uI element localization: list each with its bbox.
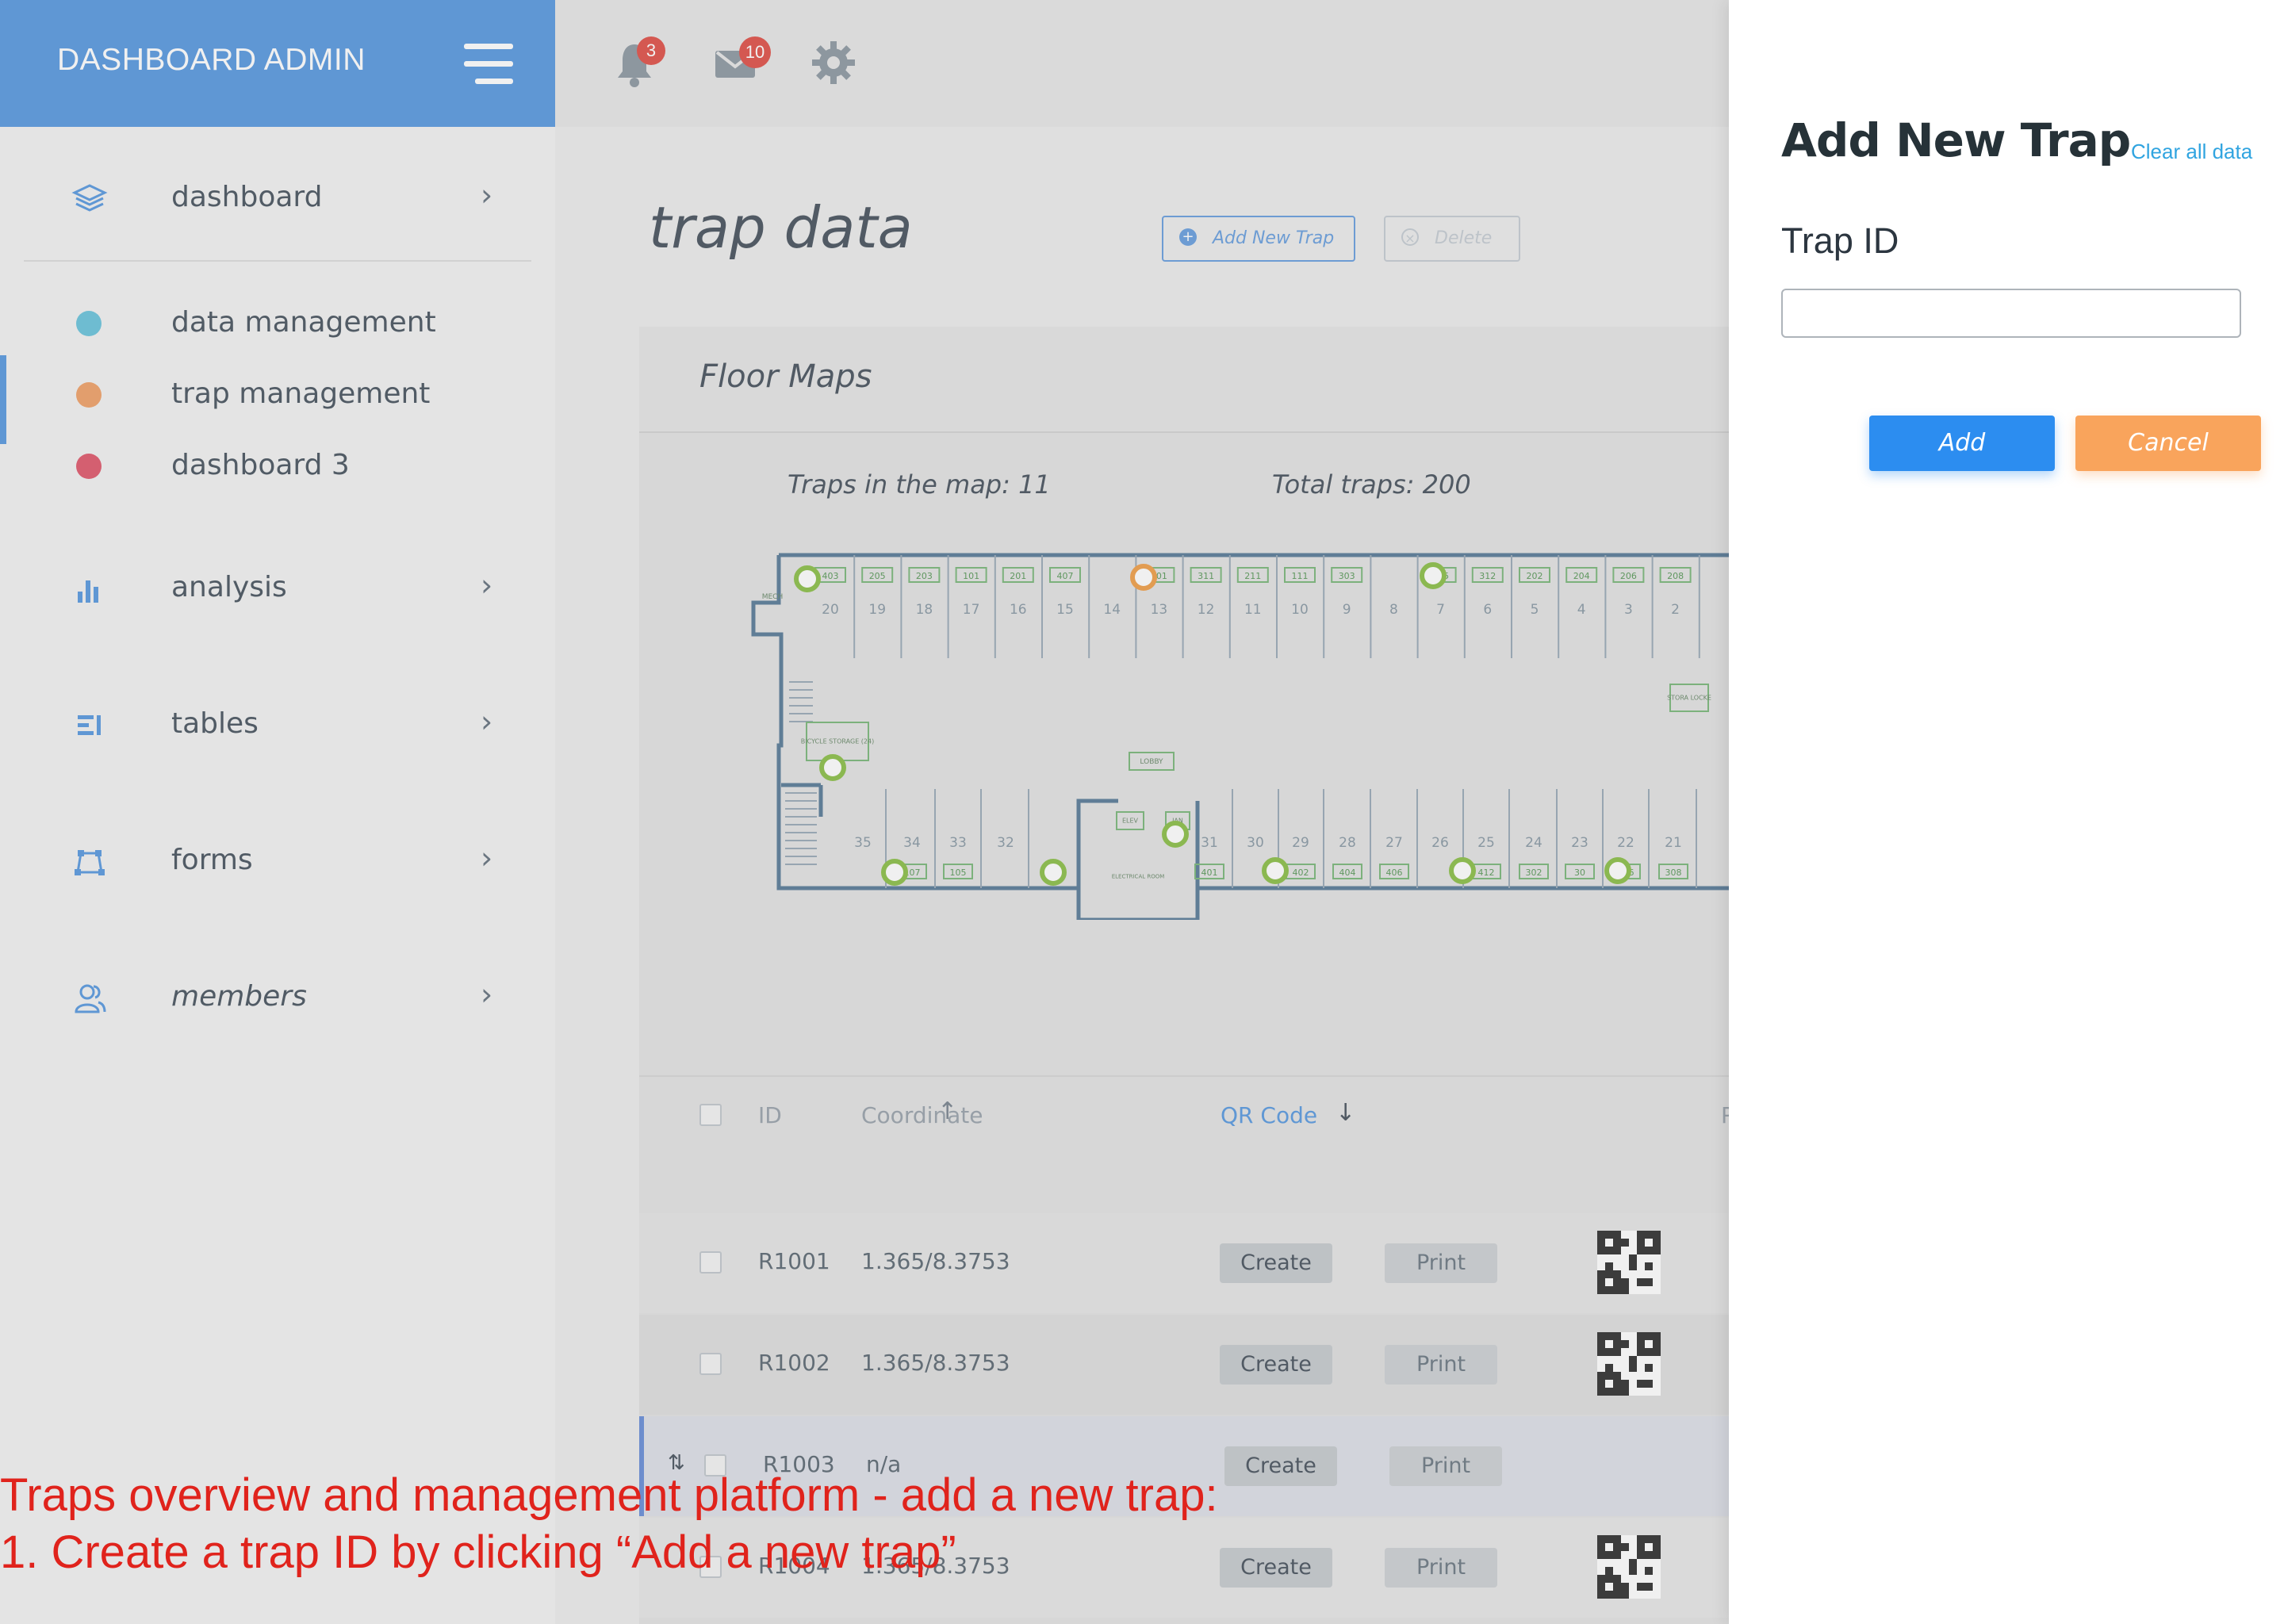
- clear-all-data-link[interactable]: Clear all data: [2131, 140, 2252, 164]
- annotation-caption: Traps overview and management platform -…: [0, 1467, 1218, 1581]
- drawer-title: Add New Trap: [1781, 113, 2131, 167]
- modal-backdrop[interactable]: [0, 0, 1729, 1624]
- annotation-line-1: Traps overview and management platform -…: [0, 1469, 1218, 1521]
- trap-id-label: Trap ID: [1781, 220, 1899, 261]
- add-button[interactable]: Add: [1869, 416, 2055, 471]
- trap-id-input[interactable]: [1781, 289, 2241, 338]
- cancel-button[interactable]: Cancel: [2075, 416, 2261, 471]
- annotation-line-2: 1. Create a trap ID by clicking “Add a n…: [0, 1526, 956, 1578]
